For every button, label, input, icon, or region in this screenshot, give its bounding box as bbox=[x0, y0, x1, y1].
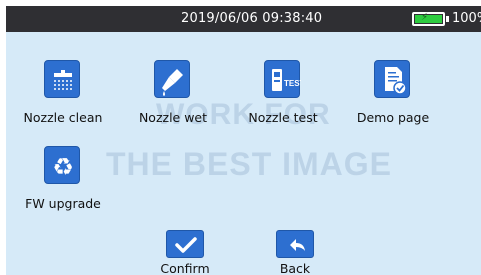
confirm-button[interactable] bbox=[166, 230, 204, 258]
document-check-icon bbox=[374, 60, 410, 98]
back-label: Back bbox=[279, 261, 311, 275]
fw-upgrade-button[interactable]: ♻ FW upgrade bbox=[8, 146, 118, 216]
nozzle-test-button[interactable]: TEST Nozzle test bbox=[228, 60, 338, 130]
dropper-icon bbox=[154, 60, 190, 98]
svg-text:TEST: TEST bbox=[284, 79, 301, 88]
demo-page-button[interactable]: Demo page bbox=[338, 60, 448, 130]
back-arrow-icon bbox=[290, 239, 305, 251]
battery-percent: 100% bbox=[452, 11, 481, 26]
device-screen: 2019/06/06 09:38:40 ⚡ 100% WORK FOR THE … bbox=[6, 6, 481, 275]
charging-icon: ⚡ bbox=[421, 12, 429, 23]
shower-icon bbox=[44, 60, 80, 98]
battery-icon: ⚡ bbox=[412, 12, 445, 26]
battery-cap bbox=[446, 16, 449, 22]
watermark-line-2: THE BEST IMAGE bbox=[106, 146, 393, 182]
nozzle-wet-label: Nozzle wet bbox=[138, 110, 208, 125]
battery-level-fill bbox=[415, 15, 442, 23]
svg-text:♻: ♻ bbox=[52, 153, 74, 181]
status-bar: 2019/06/06 09:38:40 ⚡ 100% bbox=[6, 6, 481, 32]
back-button[interactable] bbox=[276, 230, 314, 258]
confirm-label: Confirm bbox=[160, 261, 210, 275]
fw-upgrade-label: FW upgrade bbox=[25, 196, 101, 211]
demo-page-label: Demo page bbox=[356, 110, 430, 125]
nozzle-clean-button[interactable]: Nozzle clean bbox=[8, 60, 118, 130]
test-icon: TEST bbox=[264, 60, 301, 98]
check-icon bbox=[175, 237, 197, 253]
status-datetime: 2019/06/06 09:38:40 bbox=[181, 11, 323, 26]
nozzle-wet-button[interactable]: Nozzle wet bbox=[118, 60, 228, 130]
nozzle-test-label: Nozzle test bbox=[248, 110, 318, 125]
nozzle-clean-label: Nozzle clean bbox=[23, 110, 103, 125]
recycle-icon: ♻ bbox=[44, 146, 80, 184]
